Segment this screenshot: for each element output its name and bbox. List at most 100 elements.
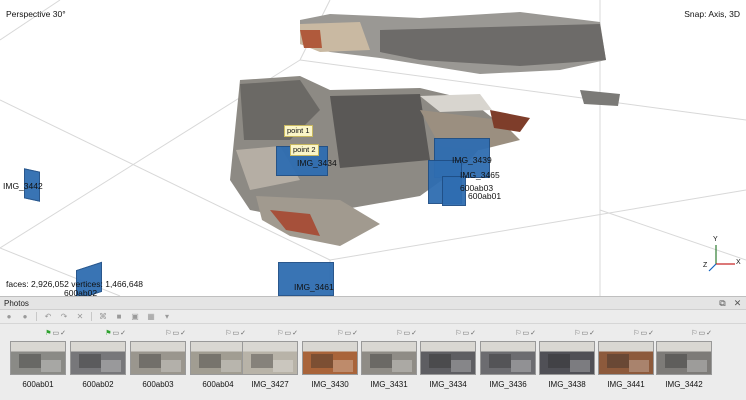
check-icon: ✓ (411, 330, 417, 337)
photo-thumbnail[interactable]: ⚐ ▭ ✓ IMG_3441 (598, 325, 654, 397)
photos-panel-header: Photos ⧉ ✕ (0, 297, 746, 310)
flag-icon: ⚐ (337, 330, 344, 337)
folder-icon: ▭ (112, 330, 120, 337)
photo-detail (451, 360, 471, 372)
mesh-model (230, 12, 620, 246)
check-icon: ✓ (292, 330, 298, 337)
photo-thumbnail[interactable]: ⚐ ▭ ✓ IMG_3438 (539, 325, 595, 397)
rotate-left-icon[interactable]: ↶ (43, 312, 53, 322)
photo-label: IMG_3430 (311, 380, 349, 389)
toolbar-separator (36, 312, 37, 321)
photo-image (539, 341, 595, 375)
photo-label: IMG_3431 (370, 380, 408, 389)
photo-thumbnail-strip: ⚑ ▭ ✓ 600ab01 ⚑ ▭ ✓ 600ab02 ⚐ ▭ ✓ 600ab03 ⚐ ▭ ✓ … (0, 325, 746, 400)
marker-point-1[interactable]: point 1 (284, 125, 313, 137)
photo-detail (511, 360, 531, 372)
photo-thumbnail[interactable]: ⚑ ▭ ✓ 600ab01 (10, 325, 66, 397)
photo-detail (333, 360, 353, 372)
photo-label: IMG_3436 (489, 380, 527, 389)
photo-detail (251, 354, 273, 368)
photo-label: 600ab01 (22, 380, 54, 389)
folder-icon: ▭ (52, 330, 60, 337)
check-icon: ✓ (120, 330, 126, 337)
axis-x-label: X (736, 259, 741, 266)
photo-detail (687, 360, 707, 372)
photo-image (242, 341, 298, 375)
record-icon[interactable]: ● (4, 312, 14, 322)
photo-thumbnail[interactable]: ⚐ ▭ ✓ 600ab03 (130, 325, 186, 397)
model-viewport[interactable]: Perspective 30° Snap: Axis, 3D IMG_3442 … (0, 0, 746, 296)
view-mode-label: Perspective 30° (6, 9, 66, 19)
photo-thumbnail[interactable]: ⚐ ▭ ✓ IMG_3442 (656, 325, 712, 397)
photo-label: IMG_3442 (665, 380, 703, 389)
folder-icon: ▭ (698, 330, 706, 337)
camera-label: IMG_3465 (460, 170, 500, 180)
photo-thumbnail[interactable]: ⚑ ▭ ✓ 600ab02 (70, 325, 126, 397)
photo-label: IMG_3427 (251, 380, 289, 389)
import-mask-icon[interactable]: ▣ (130, 312, 140, 322)
photo-image (480, 341, 536, 375)
photo-detail (570, 360, 590, 372)
photo-image (361, 341, 417, 375)
camera-label: IMG_3442 (3, 181, 43, 191)
check-icon: ✓ (470, 330, 476, 337)
check-icon: ✓ (706, 330, 712, 337)
check-icon: ✓ (648, 330, 654, 337)
photo-image (420, 341, 476, 375)
mesh-stats: faces: 2,926,052 vertices: 1,466,648 (6, 279, 144, 289)
snap-mode-label: Snap: Axis, 3D (684, 9, 740, 19)
binoculars-icon[interactable]: ⌘ (98, 312, 108, 322)
photo-detail (19, 354, 41, 368)
mask-icon[interactable]: ■ (114, 312, 124, 322)
photo-detail (161, 360, 181, 372)
photo-detail (392, 360, 412, 372)
photo-thumbnail[interactable]: ⚐ ▭ ✓ IMG_3430 (302, 325, 358, 397)
flag-icon: ⚐ (633, 330, 640, 337)
flag-icon: ⚐ (396, 330, 403, 337)
photo-image (302, 341, 358, 375)
close-icon[interactable]: ✕ (733, 298, 742, 308)
photo-thumbnail[interactable]: ⚐ ▭ ✓ IMG_3427 (242, 325, 298, 397)
delete-icon[interactable]: ✕ (75, 312, 85, 322)
camera-label: 600ab02 (64, 288, 98, 296)
photo-label: 600ab03 (142, 380, 174, 389)
camera-label: IMG_3439 (452, 155, 492, 165)
camera-label: 600ab01 (468, 191, 502, 201)
photo-image (598, 341, 654, 375)
photo-thumbnail[interactable]: ⚐ ▭ ✓ IMG_3436 (480, 325, 536, 397)
undock-icon[interactable]: ⧉ (718, 298, 727, 308)
chevron-down-icon[interactable]: ▾ (162, 312, 172, 322)
photo-detail (311, 354, 333, 368)
view-mode-icon[interactable]: ▦ (146, 312, 156, 322)
photo-detail (79, 354, 101, 368)
photo-detail (629, 360, 649, 372)
folder-icon: ▭ (462, 330, 470, 337)
folder-icon: ▭ (232, 330, 240, 337)
photo-detail (139, 354, 161, 368)
remove-icon[interactable]: ● (20, 312, 30, 322)
photo-label: IMG_3438 (548, 380, 586, 389)
flag-icon: ⚐ (515, 330, 522, 337)
axis-z-label: Z (703, 262, 708, 269)
photo-thumbnail[interactable]: ⚐ ▭ ✓ IMG_3431 (361, 325, 417, 397)
photo-thumbnail[interactable]: ⚐ ▭ ✓ IMG_3434 (420, 325, 476, 397)
photo-image (10, 341, 66, 375)
photo-label: 600ab02 (82, 380, 114, 389)
toolbar-separator (91, 312, 92, 321)
flag-icon: ⚐ (225, 330, 232, 337)
folder-icon: ▭ (344, 330, 352, 337)
photo-image (70, 341, 126, 375)
flag-icon: ⚐ (691, 330, 698, 337)
photo-detail (548, 354, 570, 368)
folder-icon: ▭ (522, 330, 530, 337)
photo-detail (370, 354, 392, 368)
folder-icon: ▭ (581, 330, 589, 337)
photo-detail (41, 360, 61, 372)
folder-icon: ▭ (284, 330, 292, 337)
marker-point-2[interactable]: point 2 (290, 144, 319, 156)
photo-image (656, 341, 712, 375)
flag-icon: ⚑ (105, 330, 112, 337)
rotate-right-icon[interactable]: ↷ (59, 312, 69, 322)
photo-detail (489, 354, 511, 368)
camera-label: IMG_3461 (294, 282, 334, 292)
